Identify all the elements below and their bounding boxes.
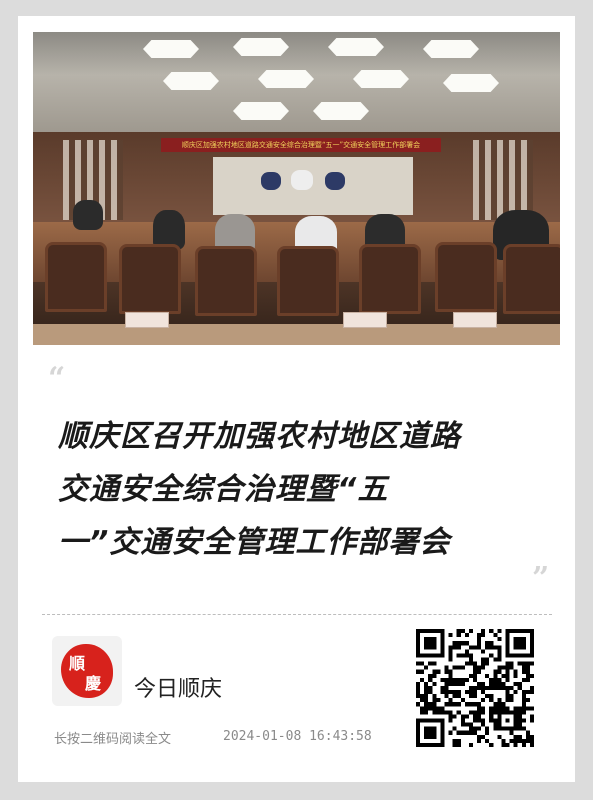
wall-screen [213,157,413,215]
title-line: 顺庆区召开加强农村地区道路 [58,419,461,454]
nameplate [125,312,169,328]
ceiling-light [233,38,289,56]
nameplate [453,312,497,328]
close-quote-icon: ” [532,561,550,596]
qr-hint: 长按二维码阅读全文 [54,732,172,747]
timestamp: 2024-01-08 16:43:58 [223,729,372,744]
ceiling-light [258,70,314,88]
ceiling-light [313,102,369,120]
nameplate [343,312,387,328]
chair [503,244,560,314]
wall-shelf [473,140,533,220]
dashed-divider [42,614,552,615]
chair [195,246,257,316]
attendee [73,200,103,230]
logo-char: 慶 [85,674,102,693]
ceiling-light [143,40,199,58]
source-name: 今日顺庆 [134,677,223,702]
share-card: 顺庆区加强农村地区道路交通安全综合治理暨“五一”交通安全管理工作部署会 “ 顺庆… [18,16,575,782]
chair [45,242,107,312]
open-quote-icon: “ [48,361,66,396]
ceiling-light [443,74,499,92]
meeting-photo: 顺庆区加强农村地区道路交通安全综合治理暨“五一”交通安全管理工作部署会 [33,32,560,345]
seal-icon: 順 慶 [61,644,113,698]
attendee [261,172,281,190]
attendee [291,170,313,190]
title-line: 一”交通安全管理工作部署会 [58,525,451,560]
ceiling-light [233,102,289,120]
article-title: 顺庆区召开加强农村地区道路 交通安全综合治理暨“五 一”交通安全管理工作部署会 [58,410,538,569]
ceiling-light [423,40,479,58]
chair [435,242,497,312]
ceiling-light [353,70,409,88]
meeting-banner: 顺庆区加强农村地区道路交通安全综合治理暨“五一”交通安全管理工作部署会 [161,138,441,152]
source-logo: 順 慶 [52,636,122,706]
chair [359,244,421,314]
attendee [325,172,345,190]
qr-code-icon[interactable] [416,629,534,747]
ceiling-light [163,72,219,90]
ceiling-light [328,38,384,56]
chair [119,244,181,314]
title-line: 交通安全综合治理暨“五 [58,472,389,507]
logo-char: 順 [69,654,86,673]
chair [277,246,339,316]
